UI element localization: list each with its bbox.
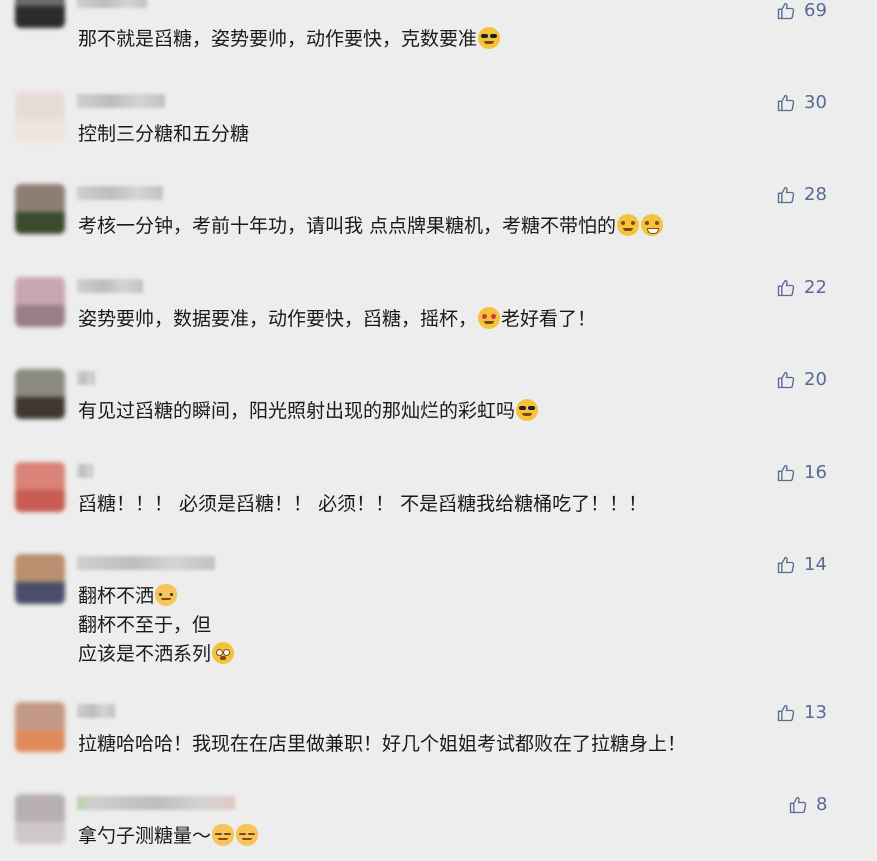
username[interactable] (77, 556, 215, 570)
like-count: 20 (804, 369, 827, 390)
comment-text: 姿势要帅，数据要准，动作要快，舀糖，摇杯， 老好看了！ (78, 307, 597, 330)
username[interactable] (77, 704, 115, 718)
comment-item: 有见过舀糖的瞬间，阳光照射出现的那灿烂的彩虹吗 20 (0, 369, 877, 439)
thumbs-up-icon (777, 94, 795, 112)
comment-text: 拉糖哈哈哈！我现在在店里做兼职！好几个姐姐考试都败在了拉糖身上！ (78, 733, 687, 755)
comment-text: 控制三分糖和五分糖 (78, 123, 250, 145)
comment-item: 舀糖！！！ 必须是舀糖！！ 必须！！ 不是舀糖我给糖桶吃了！！！ 16 (0, 462, 877, 532)
comment-item: 控制三分糖和五分糖 30 (0, 92, 877, 162)
thumbs-up-icon (777, 371, 795, 389)
comment-text: 拿勺子测糖量～ (78, 822, 259, 851)
avatar[interactable] (15, 369, 65, 419)
username[interactable] (77, 464, 93, 478)
avatar[interactable] (15, 554, 65, 604)
comment-text: 有见过舀糖的瞬间，阳光照射出现的那灿烂的彩虹吗 (78, 397, 539, 426)
cool-emoji-icon (516, 399, 539, 421)
thumbs-up-icon (777, 279, 795, 297)
thumbs-up-icon (777, 556, 795, 574)
comment-text: 翻杯不洒 翻杯不至于，但 应该是不洒系列 (78, 582, 235, 669)
cat-emoji-icon (236, 824, 259, 846)
username[interactable] (77, 186, 163, 200)
like-count: 14 (804, 554, 827, 575)
thumbs-up-icon (777, 186, 795, 204)
like-count: 28 (804, 184, 827, 205)
avatar[interactable] (15, 277, 65, 327)
grinning-emoji-icon (641, 214, 664, 236)
avatar[interactable] (15, 0, 65, 28)
comment-item: 姿势要帅，数据要准，动作要快，舀糖，摇杯， 老好看了！ 22 (0, 277, 877, 347)
like-button[interactable]: 69 (776, 0, 827, 22)
heart-eyes-emoji-icon (478, 307, 501, 329)
username[interactable] (77, 796, 235, 810)
cool-emoji-icon (478, 27, 501, 49)
like-button[interactable]: 13 (776, 702, 827, 724)
like-button[interactable]: 16 (776, 462, 827, 484)
avatar[interactable] (15, 92, 65, 142)
username[interactable] (77, 371, 95, 385)
like-count: 16 (804, 462, 827, 483)
comment-item: 翻杯不洒 翻杯不至于，但 应该是不洒系列 14 (0, 554, 877, 674)
like-count: 30 (804, 92, 827, 113)
comment-item: 拿勺子测糖量～ 8 (0, 794, 877, 861)
cat-emoji-icon (155, 584, 178, 606)
thumbs-up-icon (777, 2, 795, 20)
comment-text: 舀糖！！！ 必须是舀糖！！ 必须！！ 不是舀糖我给糖桶吃了！！！ (78, 493, 648, 515)
like-button[interactable]: 14 (776, 554, 827, 576)
comment-item: 拉糖哈哈哈！我现在在店里做兼职！好几个姐姐考试都败在了拉糖身上！ 13 (0, 702, 877, 772)
like-button[interactable]: 22 (776, 277, 827, 299)
username[interactable] (77, 279, 143, 293)
thumbs-up-icon (789, 796, 807, 814)
comment-text: 考核一分钟，考前十年功，请叫我 点点牌果糖机，考糖不带怕的 (78, 212, 664, 241)
thumbs-up-icon (777, 704, 795, 722)
dizzy-emoji-icon (212, 642, 235, 664)
like-button[interactable]: 20 (776, 369, 827, 391)
avatar[interactable] (15, 184, 65, 234)
like-count: 13 (804, 702, 827, 723)
avatar[interactable] (15, 794, 65, 844)
like-button[interactable]: 8 (788, 794, 827, 816)
like-count: 69 (804, 0, 827, 21)
avatar[interactable] (15, 702, 65, 752)
cat-emoji-icon (212, 824, 235, 846)
thumbs-up-icon (777, 464, 795, 482)
like-button[interactable]: 30 (776, 92, 827, 114)
like-count: 8 (816, 794, 828, 815)
thinking-emoji-icon (617, 214, 640, 236)
comment-item: 考核一分钟，考前十年功，请叫我 点点牌果糖机，考糖不带怕的 28 (0, 184, 877, 254)
like-button[interactable]: 28 (776, 184, 827, 206)
comment-text: 那不就是舀糖，姿势要帅，动作要快，克数要准 (78, 25, 501, 54)
avatar[interactable] (15, 462, 65, 512)
like-count: 22 (804, 277, 827, 298)
username[interactable] (77, 94, 165, 108)
username[interactable] (77, 0, 147, 8)
comment-item: 那不就是舀糖，姿势要帅，动作要快，克数要准 69 (0, 0, 877, 70)
